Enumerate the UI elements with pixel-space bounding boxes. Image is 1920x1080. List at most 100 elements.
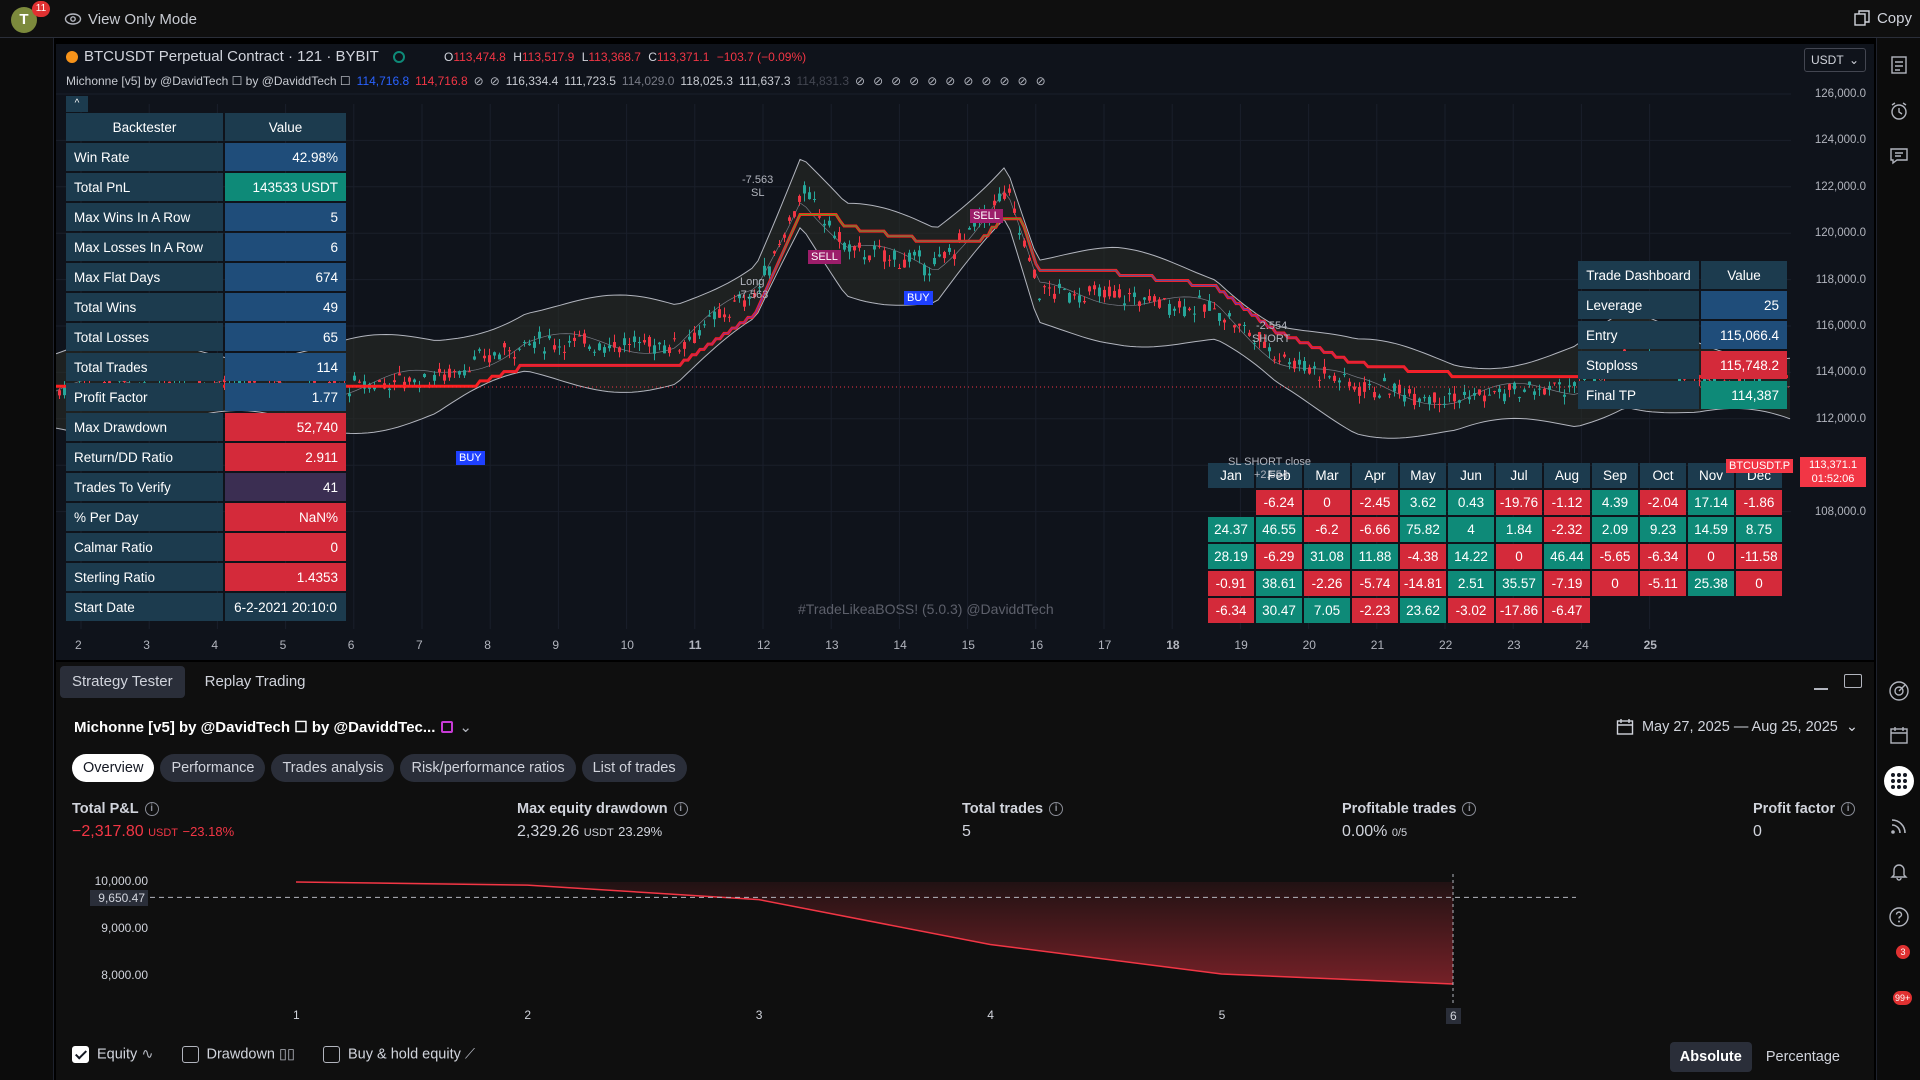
chat-icon[interactable] [1886,143,1912,169]
notifications-badge: 99+ [1893,991,1913,1005]
candle-body [763,265,766,276]
candle-body [1408,389,1411,394]
legend-drawdown-toggle[interactable]: Drawdown ▯▯ [181,1046,295,1063]
absolute-button[interactable]: Absolute [1669,1042,1752,1072]
hidden-plots-icons: ⊘⊘⊘⊘⊘⊘⊘⊘⊘⊘⊘ [855,74,1054,88]
currency-select[interactable]: USDT ⌄ [1804,48,1866,72]
info-icon[interactable]: i [144,802,159,816]
candle-body [788,217,791,221]
candle-body [1523,389,1526,392]
subtab-list-of-trades[interactable]: List of trades [581,754,687,782]
legend-equity-toggle[interactable]: Equity ∿ [72,1046,154,1063]
tab-strategy-tester[interactable]: Strategy Tester [60,666,185,698]
legend-buyhold-toggle[interactable]: Buy & hold equity ⟋ [323,1046,475,1063]
date-range-label[interactable]: May 27, 2025 — Aug 25, 2025 [1642,719,1838,735]
alarm-clock-icon[interactable] [1886,98,1912,124]
subtab-performance[interactable]: Performance [160,754,266,782]
subtab-overview[interactable]: Overview [72,754,155,782]
market-status-icon [392,50,405,63]
candle-body [1288,362,1291,365]
price-axis[interactable]: 126,000.0 124,000.0 122,000.0 120,000.0 118,… [1796,88,1866,648]
candle-body [1538,388,1541,390]
indicator-legend[interactable]: Michonne [v5] by @DavidTech ☐ by @Davidd… [66,74,1054,88]
candle-body [1423,397,1426,399]
candle-body [863,257,866,260]
target-icon[interactable] [1886,678,1912,704]
chevron-down-icon[interactable]: ⌄ [459,718,472,736]
collapse-toggle[interactable]: ^ [66,96,88,112]
equity-x-tick: 5 [1218,1008,1226,1022]
monthly-cell: 9.23 [1640,517,1686,542]
monthly-cell: 2.51 [1448,571,1494,596]
watchlist-icon[interactable] [1886,52,1912,78]
candle-body [1103,289,1106,298]
info-icon[interactable]: i [673,802,688,816]
maximize-icon[interactable] [1844,674,1862,688]
candle-body [1153,296,1156,302]
equity-chart[interactable] [56,866,1874,1016]
strategy-name[interactable]: Michonne [v5] by @DavidTech ☐ by @Davidd… [74,718,435,736]
equity-x-tick: 1 [293,1008,300,1022]
monthly-cell: 4 [1448,517,1494,542]
candle-body [828,220,831,226]
time-tick: 6 [347,638,355,652]
table-row: Max Wins In A Row 5 [66,203,346,231]
checkbox-checked-icon [72,1046,89,1063]
minimize-icon[interactable] [1814,688,1828,690]
candle-body [668,347,671,353]
candle-body [1033,269,1036,278]
apps-grid-icon[interactable] [1884,766,1914,796]
candle-body [693,332,696,343]
indicator-name[interactable]: Michonne [v5] by @DavidTech ☐ by @Davidd… [66,74,351,88]
row-label: Entry [1578,321,1699,349]
row-label: Win Rate [66,143,223,171]
calendar-icon[interactable] [1886,722,1912,748]
monthly-cell: 30.47 [1256,598,1302,623]
candle-body [1268,347,1271,352]
feed-icon[interactable] [1886,813,1912,839]
time-tick: 4 [211,638,219,652]
strategy-selector[interactable]: Michonne [v5] by @DavidTech ☐ by @Davidd… [74,718,472,736]
table-row: Total Wins 49 [66,293,346,321]
date-range-selector[interactable]: May 27, 2025 — Aug 25, 2025 ⌄ [1616,718,1858,736]
monthly-cell: -1.12 [1544,490,1590,515]
row-label: Leverage [1578,291,1699,319]
copy-button[interactable]: Copy [1853,9,1912,27]
price-tick: 124,000.0 [1814,134,1866,147]
row-value: 5 [225,203,346,231]
monthly-cell: -7.19 [1544,571,1590,596]
symbol-title[interactable]: BTCUSDT Perpetual Contract · 121 · BYBIT [84,48,379,65]
candle-body [933,257,936,265]
chevron-down-icon[interactable]: ⌄ [1846,719,1858,735]
symbol-header[interactable]: BTCUSDT Perpetual Contract · 121 · BYBIT [66,48,405,65]
monthly-cell: -11.58 [1736,544,1782,569]
subtab-risk-performance[interactable]: Risk/performance ratios [400,754,576,782]
strategy-calendar-icon[interactable] [441,721,454,733]
monthly-cell: -6.66 [1352,517,1398,542]
candle-body [673,338,676,340]
bell-icon[interactable] [1886,858,1912,884]
subtab-trades-analysis[interactable]: Trades analysis [271,754,395,782]
info-icon[interactable]: i [1049,802,1064,816]
candle-body [1108,286,1111,297]
candle-body [1533,391,1536,395]
price-chart[interactable]: BTCUSDT Perpetual Contract · 121 · BYBIT… [56,44,1874,660]
candle-body [528,343,531,346]
candle-body [848,244,851,252]
monthly-cell [1592,598,1638,623]
candle-body [1403,395,1406,402]
row-value: 49 [225,293,346,321]
info-icon[interactable]: i [1462,802,1477,816]
candle-body [1088,286,1091,292]
candle-body [1498,388,1501,393]
info-icon[interactable]: i [1841,802,1856,816]
price-tick: 120,000.0 [1814,227,1866,240]
row-label: Stoploss [1578,351,1699,379]
tab-replay-trading[interactable]: Replay Trading [193,666,318,698]
equity-y-tick: 10,000.00 [94,874,148,888]
ohlc-readout: O113,474.8 H113,517.9 L113,368.7 C113,37… [444,50,807,64]
time-tick: 18 [1166,638,1180,652]
help-icon[interactable] [1886,904,1912,930]
short-value-label: -2.554 [1256,320,1288,332]
percentage-button[interactable]: Percentage [1756,1042,1850,1072]
